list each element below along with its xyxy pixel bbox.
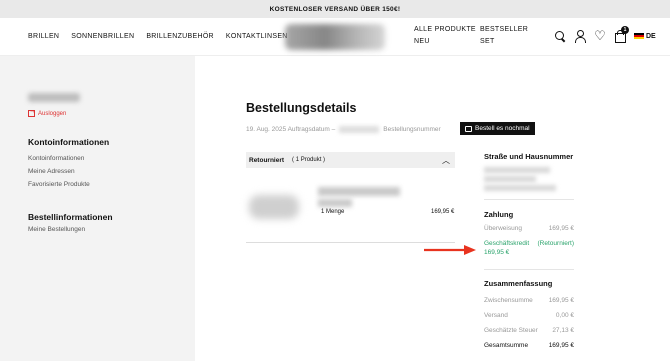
brand-logo[interactable] — [285, 24, 385, 50]
item-price: 169,95 € — [431, 209, 455, 215]
order-status: Retourniert — [249, 156, 285, 164]
logout-icon — [28, 108, 36, 117]
credit-amount-row: 169,95 € — [484, 249, 574, 256]
shipping-value: 0,00 € — [555, 312, 574, 319]
tax-row: Geschätzte Steuer 27,13 € — [484, 327, 574, 334]
payment-method: Überweisung — [484, 225, 522, 232]
cart-count-badge: 1 — [621, 26, 629, 34]
site-header: BRILLEN SONNENBRILLEN BRILLENZUBEHÖR KON… — [0, 18, 670, 56]
divider — [484, 269, 574, 270]
payment-method-amount: 169,95 € — [548, 225, 574, 232]
secondary-nav: ALLE PRODUKTE BESTSELLER NEU SET — [414, 26, 540, 45]
subtotal-label: Zwischensumme — [484, 297, 533, 304]
shipping-row: Versand 0,00 € — [484, 312, 574, 319]
orders-heading: Bestellinformationen — [28, 212, 113, 222]
promo-banner: KOSTENLOSER VERSAND ÜBER 150€! — [0, 0, 670, 18]
order-status-header[interactable]: Retourniert ( 1 Produkt ) ︿ — [246, 152, 455, 168]
subtotal-row: Zwischensumme 169,95 € — [484, 297, 574, 304]
bag-icon — [465, 125, 472, 132]
credit-label: Geschäftskredit — [484, 240, 530, 247]
language-selector[interactable]: DE — [634, 32, 656, 40]
german-flag-icon — [634, 32, 644, 40]
logout-label: Ausloggen — [38, 110, 67, 117]
product-image — [249, 195, 299, 219]
cart-icon[interactable]: 1 — [614, 26, 629, 43]
tax-value: 27,13 € — [552, 327, 574, 334]
payment-heading: Zahlung — [484, 210, 514, 219]
sidebar-item-favorites[interactable]: Favorisierte Produkte — [28, 181, 90, 188]
nav-new[interactable]: NEU — [414, 38, 480, 45]
nav-all-products[interactable]: ALLE PRODUKTE — [414, 26, 480, 33]
reorder-label: Bestell es nochmal — [475, 125, 530, 132]
divider — [246, 242, 455, 243]
logout-link[interactable]: Ausloggen — [28, 108, 67, 117]
search-icon[interactable] — [554, 30, 566, 42]
credit-status: (Retourniert) — [537, 240, 574, 247]
payment-method-row: Überweisung 169,95 € — [484, 225, 574, 232]
nav-glasses[interactable]: BRILLEN — [28, 33, 59, 40]
address-heading: Straße und Hausnummer — [484, 152, 574, 161]
page-title: Bestellungsdetails — [246, 101, 357, 115]
subtotal-value: 169,95 € — [548, 297, 574, 304]
tax-label: Geschätzte Steuer — [484, 327, 538, 334]
order-meta: 19. Aug. 2025 Auftragsdatum – Bestellung… — [246, 126, 441, 133]
chevron-up-icon[interactable]: ︿ — [442, 155, 450, 166]
total-value: 169,95 € — [548, 342, 574, 349]
nav-bestseller[interactable]: BESTSELLER — [480, 26, 540, 33]
language-label: DE — [646, 32, 656, 40]
user-name-redacted — [28, 93, 80, 102]
summary-heading: Zusammenfassung — [484, 279, 553, 288]
annotation-arrow-icon — [424, 245, 476, 255]
product-name-redacted — [318, 187, 400, 196]
address-line-redacted — [484, 167, 550, 173]
header-icons: ♡ 1 DE — [554, 26, 656, 43]
order-number-label: Bestellungsnummer — [383, 126, 441, 133]
product-variant-redacted — [318, 199, 352, 207]
sidebar-item-my-orders[interactable]: Meine Bestellungen — [28, 226, 85, 233]
user-icon[interactable] — [574, 30, 586, 43]
account-heading: Kontoinformationen — [28, 137, 110, 147]
nav-accessories[interactable]: BRILLENZUBEHÖR — [146, 33, 214, 40]
item-quantity: 1 Menge — [321, 209, 345, 215]
reorder-button[interactable]: Bestell es nochmal — [460, 122, 535, 135]
credit-row: Geschäftskredit (Retourniert) — [484, 240, 574, 247]
shipping-label: Versand — [484, 312, 508, 319]
sidebar-item-addresses[interactable]: Meine Adressen — [28, 168, 75, 175]
sidebar-item-account-info[interactable]: Kontoinformationen — [28, 155, 84, 162]
total-label: Gesamtsumme — [484, 342, 529, 349]
nav-sunglasses[interactable]: SONNENBRILLEN — [71, 33, 134, 40]
account-sidebar: Ausloggen Kontoinformationen Kontoinform… — [0, 56, 195, 361]
product-count: ( 1 Produkt ) — [292, 157, 326, 163]
divider — [484, 199, 574, 200]
nav-contact-lenses[interactable]: KONTAKTLINSEN — [226, 33, 288, 40]
credit-amount: 169,95 € — [484, 249, 510, 256]
address-line-redacted — [484, 185, 556, 191]
total-row: Gesamtsumme 169,95 € — [484, 342, 574, 349]
heart-icon[interactable]: ♡ — [594, 29, 606, 42]
order-number-redacted — [339, 126, 380, 133]
address-line-redacted — [484, 176, 536, 182]
main-nav: BRILLEN SONNENBRILLEN BRILLENZUBEHÖR KON… — [28, 33, 288, 40]
order-date: 19. Aug. 2025 Auftragsdatum – — [246, 126, 336, 133]
nav-set[interactable]: SET — [480, 38, 540, 45]
